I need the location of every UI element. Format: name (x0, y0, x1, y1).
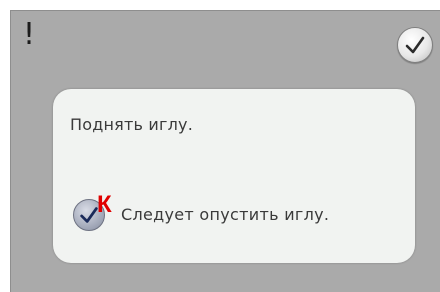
dialog-message: Поднять иглу. (70, 115, 193, 134)
callout-marker: К (97, 191, 112, 218)
machine-screen: ! Поднять иглу. К Следует опустить иглу. (10, 10, 440, 292)
ok-button[interactable] (397, 27, 433, 63)
hint-row: К Следует опустить иглу. (73, 191, 403, 235)
checkmark-icon (405, 36, 425, 54)
exclamation-icon: ! (23, 17, 36, 52)
hint-text: Следует опустить иглу. (121, 205, 330, 224)
message-dialog: Поднять иглу. К Следует опустить иглу. (53, 89, 415, 263)
